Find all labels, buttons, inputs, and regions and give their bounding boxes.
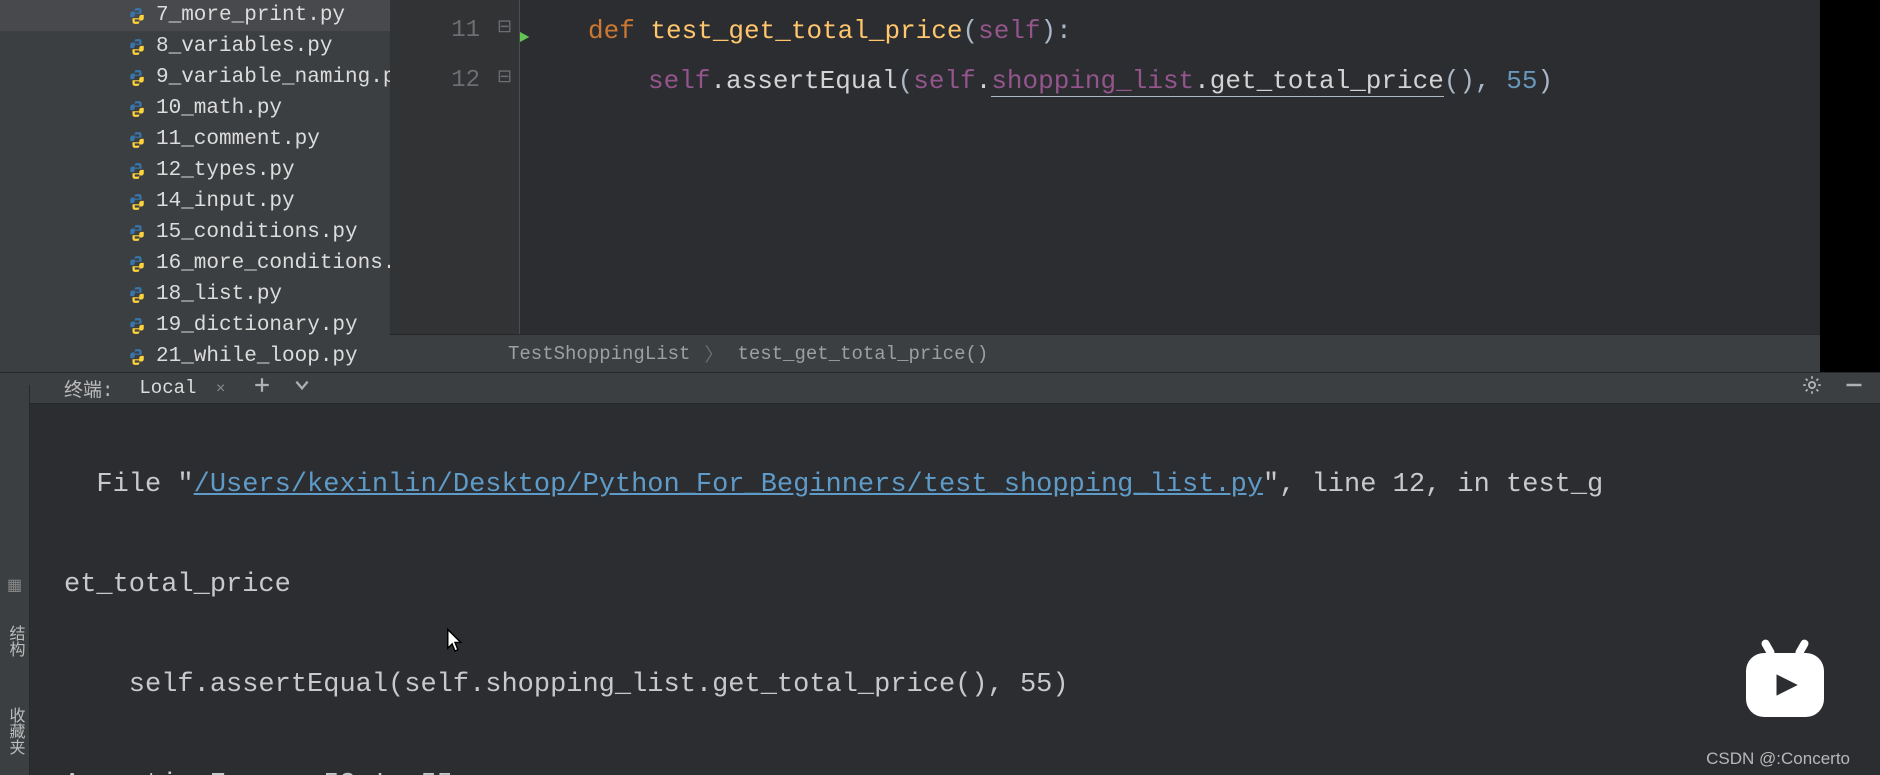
project-sidebar[interactable]: 7_more_print.py 8_variables.py 9_variabl…: [0, 0, 390, 372]
file-path-link[interactable]: /Users/kexinlin/Desktop/Python_For_Begin…: [194, 470, 1263, 500]
new-terminal-icon[interactable]: [253, 376, 271, 400]
line-number-text: 12: [451, 67, 480, 94]
file-name: 8_variables.py: [156, 35, 332, 58]
breadcrumb-method[interactable]: test_get_total_price(): [737, 343, 988, 365]
file-tree-item[interactable]: 11_comment.py: [0, 124, 390, 155]
terminal-text: self.assertEqual(self.shopping_list.get_…: [64, 660, 1880, 710]
python-file-icon: [128, 193, 146, 211]
file-name: 12_types.py: [156, 159, 295, 182]
file-tree-item[interactable]: 9_variable_naming.py: [0, 62, 390, 93]
favorites-tool-label[interactable]: 收藏夹: [3, 707, 27, 755]
line-number[interactable]: 11: [390, 6, 494, 56]
file-name: 7_more_print.py: [156, 4, 345, 27]
file-name: 11_comment.py: [156, 128, 320, 151]
call-close: (),: [1444, 66, 1506, 96]
file-tree-item[interactable]: 16_more_conditions.py: [0, 248, 390, 279]
breadcrumb[interactable]: TestShoppingList 〉 test_get_total_price(…: [390, 334, 1880, 372]
terminal-text: et_total_price: [64, 560, 1880, 610]
keyword-def: def: [588, 16, 635, 46]
file-name: 21_while_loop.py: [156, 345, 358, 368]
fold-minus-icon[interactable]: ⊟: [497, 66, 512, 88]
breadcrumb-class[interactable]: TestShoppingList: [508, 343, 690, 365]
ide-window: 7_more_print.py 8_variables.py 9_variabl…: [0, 0, 1880, 775]
terminal-text: AssertionError: 53 != 55: [64, 760, 1880, 775]
file-tree-item[interactable]: 18_list.py: [0, 279, 390, 310]
attr-shopping-list: shopping_list: [991, 66, 1194, 97]
minimize-icon[interactable]: [1844, 375, 1864, 401]
fold-minus-icon[interactable]: ⊟: [497, 16, 512, 38]
file-tree-item[interactable]: 21_while_loop.py: [0, 341, 390, 372]
terminal-label: 终端:: [64, 375, 113, 402]
file-tree-item[interactable]: 15_conditions.py: [0, 217, 390, 248]
dot: .: [710, 66, 726, 96]
file-name: 10_math.py: [156, 97, 282, 120]
assert-call: assertEqual: [726, 66, 898, 96]
self-ref: self: [913, 66, 975, 96]
file-tree-item[interactable]: 7_more_print.py: [0, 0, 390, 31]
python-file-icon: [128, 38, 146, 56]
python-file-icon: [128, 317, 146, 335]
python-file-icon: [128, 286, 146, 304]
close-tab-icon[interactable]: ×: [216, 380, 226, 398]
gear-icon[interactable]: [1802, 375, 1822, 401]
paren-close: ): [1537, 66, 1553, 96]
file-name: 14_input.py: [156, 190, 295, 213]
file-tree-item[interactable]: 12_types.py: [0, 155, 390, 186]
chevron-down-icon[interactable]: [293, 376, 311, 400]
bilibili-logo-icon: [1746, 653, 1824, 717]
file-tree: 7_more_print.py 8_variables.py 9_variabl…: [0, 0, 390, 372]
function-name: test_get_total_price: [650, 16, 962, 46]
file-name: 15_conditions.py: [156, 221, 358, 244]
breadcrumb-separator-icon: 〉: [704, 340, 723, 367]
python-file-icon: [128, 224, 146, 242]
file-tree-item[interactable]: 10_math.py: [0, 93, 390, 124]
code-editor[interactable]: 11 12 ⊟ ⊟ def test_get_total_price(self)…: [390, 0, 1880, 334]
line-gutter[interactable]: 11 12: [390, 0, 494, 334]
file-name: 16_more_conditions.py: [156, 252, 390, 275]
structure-tool-label[interactable]: 结构: [3, 625, 27, 657]
python-file-icon: [128, 100, 146, 118]
self-param: self: [978, 16, 1040, 46]
file-tree-item[interactable]: 14_input.py: [0, 186, 390, 217]
python-file-icon: [128, 255, 146, 273]
python-file-icon: [128, 131, 146, 149]
file-tree-item[interactable]: 8_variables.py: [0, 31, 390, 62]
python-file-icon: [128, 348, 146, 366]
structure-tool-icon[interactable]: ▦: [7, 575, 22, 595]
top-pane: 7_more_print.py 8_variables.py 9_variabl…: [0, 0, 1880, 372]
left-tool-strip: ▦ 结构 收藏夹: [0, 385, 30, 775]
right-black-edge: [1820, 0, 1880, 388]
line-number-text: 11: [451, 17, 480, 44]
python-file-icon: [128, 162, 146, 180]
file-name: 9_variable_naming.py: [156, 66, 390, 89]
file-name: 18_list.py: [156, 283, 282, 306]
python-file-icon: [128, 69, 146, 87]
terminal-text: ", line 12, in test_g: [1263, 470, 1603, 500]
file-tree-item[interactable]: 19_dictionary.py: [0, 310, 390, 341]
paren-close: ):: [1041, 16, 1072, 46]
terminal-text: File ": [64, 470, 194, 500]
editor-pane: 11 12 ⊟ ⊟ def test_get_total_price(self)…: [390, 0, 1880, 372]
python-file-icon: [128, 7, 146, 25]
terminal-tab-label: Local: [139, 377, 196, 399]
line-number[interactable]: 12: [390, 56, 494, 106]
terminal-tabbar: 终端: Local ×: [0, 372, 1880, 404]
code-content[interactable]: def test_get_total_price(self): self.ass…: [520, 0, 1880, 334]
method-get-total: get_total_price: [1210, 66, 1444, 97]
fold-column[interactable]: ⊟ ⊟: [494, 0, 520, 334]
dot: .: [976, 66, 992, 96]
file-name: 19_dictionary.py: [156, 314, 358, 337]
paren: (: [962, 16, 978, 46]
terminal-tab-local[interactable]: Local ×: [131, 373, 233, 403]
number-literal: 55: [1506, 66, 1537, 96]
paren: (: [898, 66, 914, 96]
dot: .: [1194, 66, 1210, 97]
self-ref: self: [648, 66, 710, 96]
watermark-text: CSDN @:Concerto: [1706, 749, 1850, 769]
terminal-output[interactable]: File "/Users/kexinlin/Desktop/Python_For…: [0, 404, 1880, 775]
